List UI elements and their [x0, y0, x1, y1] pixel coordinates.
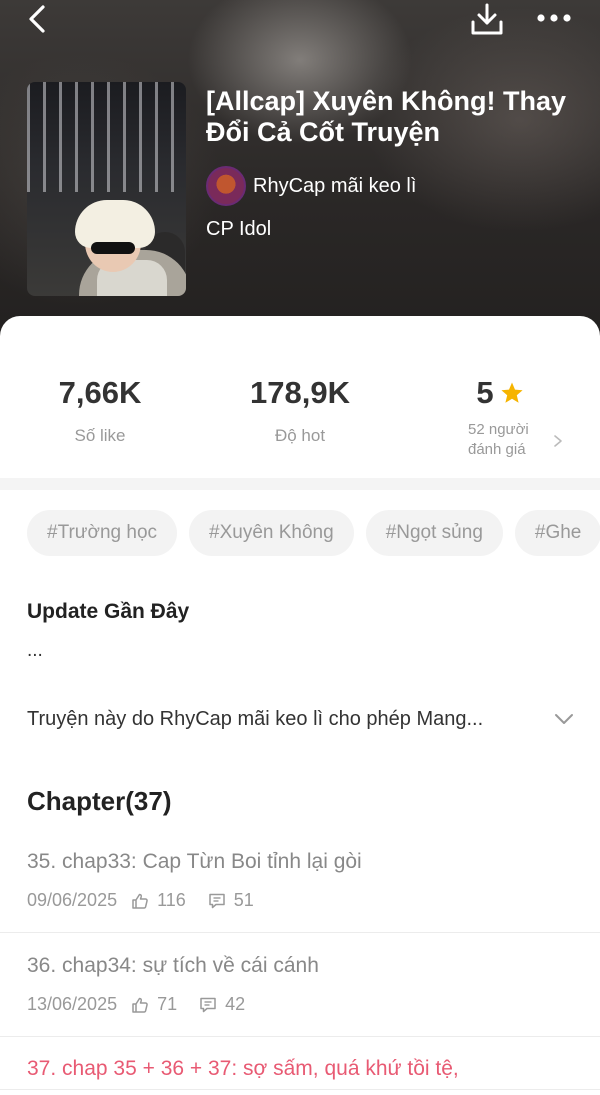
story-header: [Allcap] Xuyên Không! Thay Đổi Cả Cốt Tr… [0, 0, 600, 345]
chapter-item[interactable]: 36. chap34: sự tích về cái cánh 13/06/20… [0, 954, 600, 1054]
description-text: Truyện này do RhyCap mãi keo lì cho phép… [27, 707, 484, 730]
likes-value: 7,66K [58, 375, 142, 410]
chapter-date: 13/06/2025 [27, 994, 118, 1014]
author-name: RhyCap mãi keo lì [253, 174, 417, 197]
chapter-divider [0, 1089, 600, 1090]
chapter-heading: Chapter(37) [27, 786, 172, 816]
like-count: 116 [157, 890, 186, 910]
back-button[interactable] [22, 2, 52, 36]
top-bar [0, 0, 600, 40]
stats-row: 7,66K Số like 178,9K Độ hot 5 52 người đ… [0, 316, 600, 478]
chapter-meta: 13/06/2025 71 42 [27, 994, 245, 1015]
comment-icon [209, 893, 225, 908]
update-heading: Update Gần Đây [27, 600, 190, 623]
tag-chip[interactable]: #Xuyên Không [189, 510, 354, 556]
tag-list: #Trường học #Xuyên Không #Ngọt sủng #Ghe [27, 510, 600, 558]
like-count: 71 [157, 994, 178, 1014]
cover-image [27, 82, 186, 296]
chapter-date: 09/06/2025 [27, 890, 118, 910]
story-info-card: 7,66K Số like 178,9K Độ hot 5 52 người đ… [0, 316, 600, 1095]
stat-rating[interactable]: 5 52 người đánh giá [440, 374, 560, 460]
section-divider [0, 478, 600, 490]
thumbs-up-icon [132, 997, 148, 1013]
hot-label: Độ hot [274, 426, 326, 445]
comment-count: 42 [225, 994, 246, 1014]
likes-label: Số like [74, 426, 126, 445]
tag-chip[interactable]: #Trường học [27, 510, 178, 556]
story-title: [Allcap] Xuyên Không! Thay Đổi Cả Cốt Tr… [206, 86, 567, 147]
tag-chip[interactable]: #Ngọt sủng [365, 510, 503, 556]
description-toggle[interactable]: Truyện này do RhyCap mãi keo lì cho phép… [27, 702, 575, 736]
comment-icon [200, 997, 216, 1012]
chapter-divider [0, 932, 600, 933]
avatar [206, 166, 246, 206]
download-icon [471, 3, 503, 35]
hot-value: 178,9K [250, 375, 350, 410]
update-text: ... [27, 640, 43, 661]
chevron-left-icon [29, 5, 45, 33]
download-button[interactable] [468, 0, 506, 38]
star-icon [501, 382, 523, 403]
rating-count-label: 52 người [468, 421, 529, 438]
genre-label: CP Idol [206, 218, 272, 240]
chapter-divider [0, 1036, 600, 1037]
author-link[interactable]: RhyCap mãi keo lì [206, 166, 417, 206]
rating-caption-label: đánh giá [468, 441, 526, 458]
chapter-name: 37. chap 35 + 36 + 37: sợ sấm, quá khứ t… [27, 1057, 459, 1080]
stat-likes: 7,66K Số like [40, 374, 160, 446]
more-dots-icon [537, 14, 571, 22]
more-options-button[interactable] [532, 2, 576, 34]
chapter-item[interactable]: 35. chap33: Cap Từn Boi tỉnh lại gòi 09/… [0, 850, 600, 950]
thumbs-up-icon [132, 893, 148, 909]
chapter-name: 35. chap33: Cap Từn Boi tỉnh lại gòi [27, 850, 362, 873]
stat-hot: 178,9K Độ hot [230, 374, 370, 446]
chapter-meta: 09/06/2025 116 51 [27, 890, 254, 911]
chevron-right-icon [554, 435, 562, 447]
tag-chip[interactable]: #Ghe [514, 510, 600, 556]
comment-count: 51 [233, 890, 254, 910]
rating-value: 5 [476, 375, 494, 410]
chevron-down-icon [555, 714, 573, 724]
chapter-name: 36. chap34: sự tích về cái cánh [27, 954, 319, 977]
